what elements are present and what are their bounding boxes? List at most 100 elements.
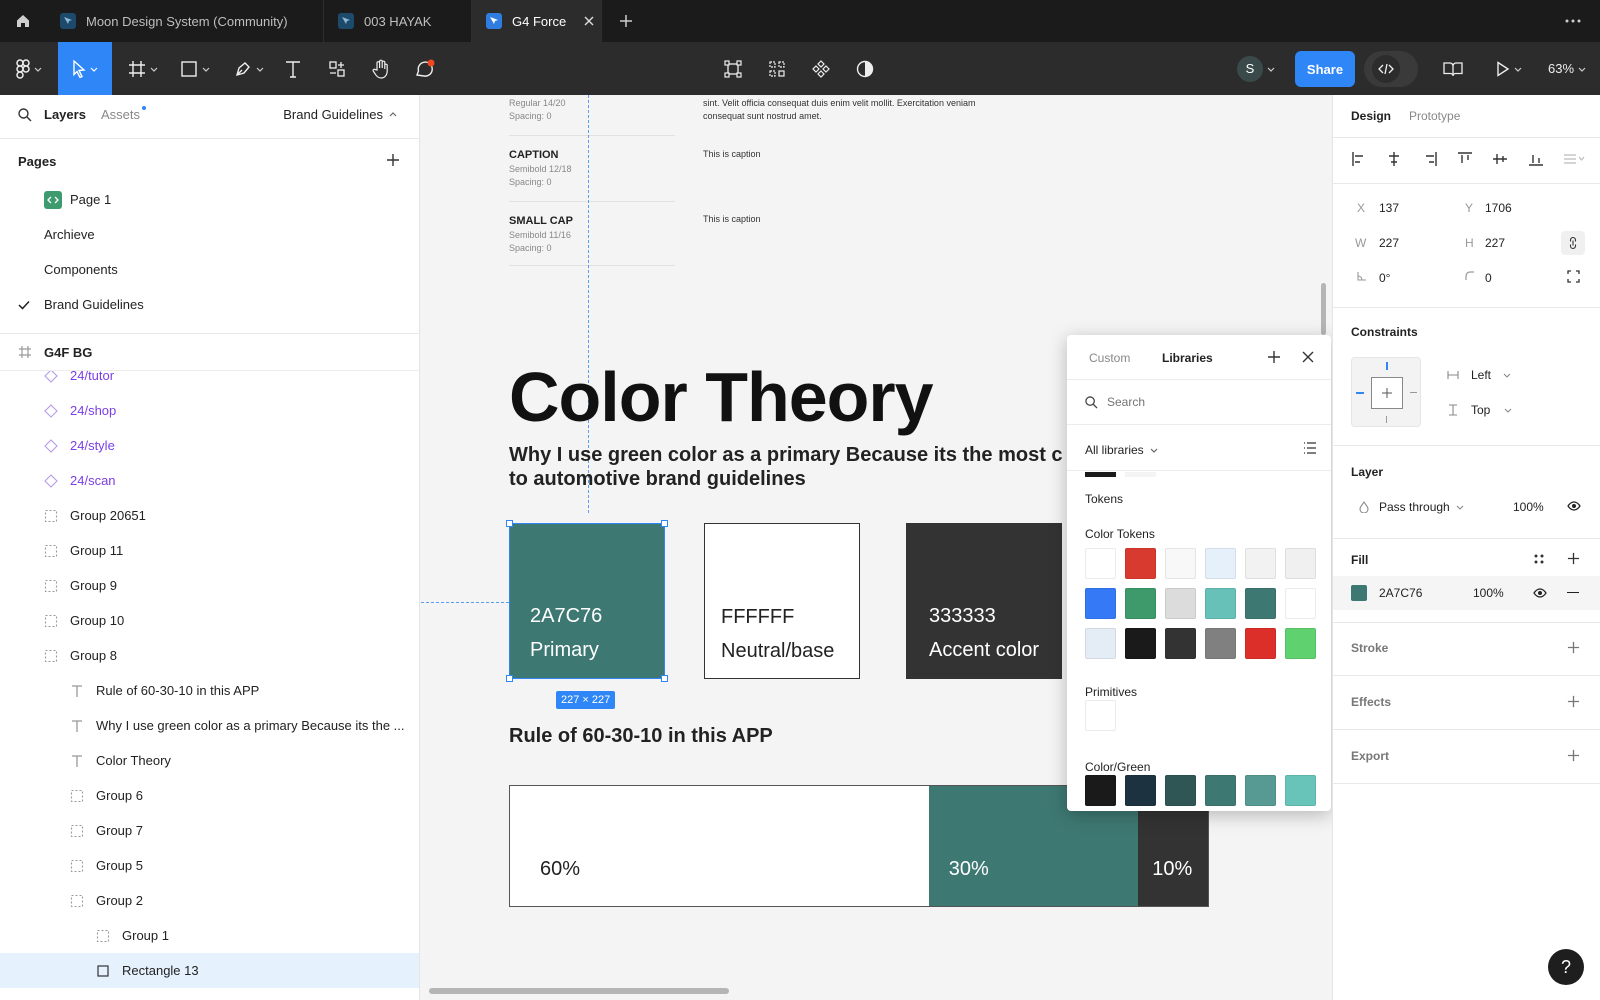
color-token-swatch[interactable] (1285, 548, 1316, 579)
tab-libraries[interactable]: Libraries (1162, 351, 1213, 365)
rotation-input[interactable]: 0° (1379, 271, 1390, 285)
green-swatch[interactable] (1125, 775, 1156, 806)
layer-row[interactable]: Group 20651 (0, 498, 419, 533)
page-item-brand-guidelines[interactable]: Brand Guidelines (0, 287, 419, 322)
horizontal-constraint-dropdown[interactable]: Left (1447, 368, 1511, 382)
new-tab-button[interactable] (610, 0, 642, 42)
color-token-swatch[interactable] (1205, 588, 1236, 619)
theme-button[interactable] (850, 42, 880, 95)
layer-row[interactable]: 24/scan (0, 463, 419, 498)
color-theory-subtitle[interactable]: Why I use green color as a primary Becau… (509, 443, 1063, 491)
green-swatch[interactable] (1205, 775, 1236, 806)
add-export-button[interactable] (1567, 749, 1580, 762)
color-token-swatch[interactable] (1245, 588, 1276, 619)
layer-opacity-input[interactable]: 100% (1513, 500, 1544, 514)
page-dropdown[interactable]: Brand Guidelines (283, 107, 397, 122)
horizontal-scrollbar[interactable] (429, 988, 729, 994)
resize-handle[interactable] (506, 675, 513, 682)
home-button[interactable] (0, 0, 46, 42)
page-item-components[interactable]: Components (0, 252, 419, 287)
color-token-swatch[interactable] (1165, 628, 1196, 659)
resources-button[interactable] (322, 42, 352, 95)
layer-row[interactable]: Group 7 (0, 813, 419, 848)
vertical-scrollbar[interactable] (1321, 283, 1326, 335)
align-left-icon[interactable] (1351, 151, 1367, 167)
align-center-v-icon[interactable] (1492, 151, 1508, 167)
add-stroke-button[interactable] (1567, 641, 1580, 654)
color-token-swatch[interactable] (1165, 548, 1196, 579)
add-fill-button[interactable] (1567, 552, 1580, 565)
constraints-widget[interactable] (1351, 357, 1421, 427)
y-input[interactable]: 1706 (1485, 201, 1512, 215)
move-tool-button[interactable] (58, 42, 112, 95)
layer-row[interactable]: Why I use green color as a primary Becau… (0, 708, 419, 743)
remove-fill-button[interactable] (1567, 592, 1579, 594)
library-filter-dropdown[interactable]: All libraries (1085, 443, 1158, 457)
align-right-icon[interactable] (1422, 151, 1438, 167)
independent-corners-button[interactable] (1567, 270, 1580, 283)
layer-row[interactable]: Group 8 (0, 638, 419, 673)
close-icon[interactable] (584, 16, 594, 26)
present-button[interactable] (1488, 42, 1530, 95)
resize-handle[interactable] (661, 675, 668, 682)
color-token-swatch[interactable] (1125, 588, 1156, 619)
add-button[interactable] (1267, 350, 1281, 364)
color-card-accent[interactable]: 333333 Accent color (906, 523, 1062, 679)
fill-hex-input[interactable]: 2A7C76 (1379, 586, 1422, 600)
transform-button[interactable] (718, 42, 748, 95)
layer-row[interactable]: Color Theory (0, 743, 419, 778)
tab-moon-design-system[interactable]: Moon Design System (Community) (46, 0, 324, 42)
component-button[interactable] (806, 42, 836, 95)
layer-row[interactable]: Group 10 (0, 603, 419, 638)
layer-row[interactable]: 24/shop (0, 393, 419, 428)
color-token-swatch[interactable] (1125, 548, 1156, 579)
fill-color-swatch[interactable] (1351, 585, 1367, 601)
tab-layers[interactable]: Layers (44, 107, 86, 122)
color-token-swatch[interactable] (1245, 548, 1276, 579)
align-center-h-icon[interactable] (1386, 151, 1402, 167)
layer-row[interactable]: Group 2 (0, 883, 419, 918)
color-token-swatch[interactable] (1085, 588, 1116, 619)
tab-003-hayak[interactable]: 003 HAYAK (324, 0, 472, 42)
comment-tool-button[interactable] (408, 42, 442, 95)
blend-mode-dropdown[interactable]: Pass through (1379, 500, 1464, 514)
primitive-swatch[interactable] (1085, 700, 1116, 731)
fill-opacity-input[interactable]: 100% (1473, 586, 1504, 600)
color-token-swatch[interactable] (1125, 628, 1156, 659)
hand-tool-button[interactable] (366, 42, 396, 95)
shape-tool-button[interactable] (172, 42, 218, 95)
layer-row[interactable]: Rectangle 13 (0, 953, 419, 988)
library-button[interactable] (1438, 42, 1468, 95)
color-token-swatch[interactable] (1245, 628, 1276, 659)
close-button[interactable] (1301, 350, 1315, 364)
search-layers-button[interactable] (18, 108, 32, 122)
tab-design[interactable]: Design (1351, 109, 1391, 123)
color-token-swatch[interactable] (1205, 628, 1236, 659)
color-token-swatch[interactable] (1205, 548, 1236, 579)
more-button[interactable] (1550, 0, 1596, 42)
text-tool-button[interactable] (278, 42, 308, 95)
color-theory-title[interactable]: Color Theory (509, 357, 934, 437)
tab-assets[interactable]: Assets (101, 106, 147, 122)
user-avatar-button[interactable]: S (1232, 42, 1280, 95)
zoom-menu[interactable]: 63% (1540, 42, 1594, 95)
tab-prototype[interactable]: Prototype (1409, 109, 1460, 123)
tab-custom[interactable]: Custom (1089, 351, 1130, 365)
help-button[interactable]: ? (1548, 949, 1584, 985)
green-swatch[interactable] (1085, 775, 1116, 806)
page-item-page-1[interactable]: Page 1 (0, 182, 419, 217)
color-token-swatch[interactable] (1085, 628, 1116, 659)
resize-handle[interactable] (506, 520, 513, 527)
green-swatch[interactable] (1285, 775, 1316, 806)
layer-row[interactable]: Group 6 (0, 778, 419, 813)
frame-row-g4f-bg[interactable]: G4F BG (0, 334, 419, 371)
share-button[interactable]: Share (1295, 51, 1355, 87)
layer-row[interactable]: Rule of 60-30-10 in this APP (0, 673, 419, 708)
fill-visibility-toggle[interactable] (1533, 588, 1547, 598)
color-token-swatch[interactable] (1285, 588, 1316, 619)
library-search-input[interactable] (1107, 389, 1307, 415)
layer-row[interactable]: Group 11 (0, 533, 419, 568)
layer-row[interactable]: 24/style (0, 428, 419, 463)
frame-tool-button[interactable] (120, 42, 166, 95)
color-token-swatch[interactable] (1085, 548, 1116, 579)
